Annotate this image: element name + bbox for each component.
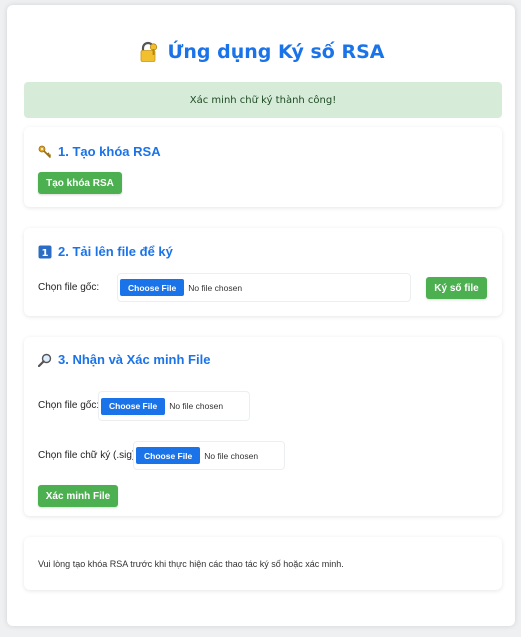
app-container: Ứng dụng Ký số RSA Xác minh chữ ký thành…	[7, 5, 515, 626]
sign-file-button[interactable]: Ký số file	[426, 277, 487, 299]
section-title-verify: 3. Nhận và Xác minh File	[37, 352, 211, 367]
choose-file-button[interactable]: Choose File	[101, 397, 166, 415]
keycap-one-icon: 1	[38, 245, 52, 259]
section-title-text: 1. Tạo khóa RSA	[58, 144, 161, 159]
alert-message: Xác minh chữ ký thành công!	[189, 94, 337, 106]
original-file-label: Chọn file gốc:	[38, 282, 100, 293]
key-icon	[38, 145, 52, 159]
choose-file-button[interactable]: Choose File	[136, 447, 201, 464]
no-file-text: No file chosen	[169, 401, 224, 411]
signature-file-label: Chọn file chữ ký (.sig):	[38, 450, 139, 461]
section-title-generate-key: 1. Tạo khóa RSA	[38, 144, 161, 159]
svg-text:1: 1	[42, 247, 49, 258]
no-file-text: No file chosen	[204, 450, 259, 461]
verify-card: 3. Nhận và Xác minh File Chọn file gốc: …	[24, 337, 502, 516]
original-file-label: Chọn file gốc:	[38, 400, 100, 411]
generate-key-button[interactable]: Tạo khóa RSA	[38, 172, 122, 194]
info-message: Vui lòng tạo khóa RSA trước khi thực hiệ…	[38, 559, 344, 569]
section-title-text: 3. Nhận và Xác minh File	[58, 352, 211, 367]
verify-file-button[interactable]: Xác minh File	[38, 485, 118, 507]
generate-key-card: 1. Tạo khóa RSA Tạo khóa RSA	[24, 127, 502, 207]
section-title-upload: 1 2. Tải lên file để ký	[38, 244, 173, 259]
page-title: Ứng dụng Ký số RSA	[167, 41, 385, 63]
lock-with-key-icon	[138, 41, 160, 63]
magnifier-icon	[37, 353, 52, 367]
signature-file-input[interactable]: Choose File No file chosen	[133, 441, 285, 470]
upload-sign-card: 1 2. Tải lên file để ký Chọn file gốc: C…	[24, 228, 502, 316]
page-header: Ứng dụng Ký số RSA	[7, 41, 515, 63]
choose-file-button[interactable]: Choose File	[120, 279, 185, 296]
original-file-input[interactable]: Choose File No file chosen	[117, 273, 411, 302]
no-file-text: No file chosen	[188, 282, 243, 293]
info-card: Vui lòng tạo khóa RSA trước khi thực hiệ…	[24, 537, 502, 590]
success-alert: Xác minh chữ ký thành công!	[24, 82, 502, 118]
verify-original-file-input[interactable]: Choose File No file chosen	[98, 391, 250, 421]
section-title-text: 2. Tải lên file để ký	[58, 244, 173, 259]
